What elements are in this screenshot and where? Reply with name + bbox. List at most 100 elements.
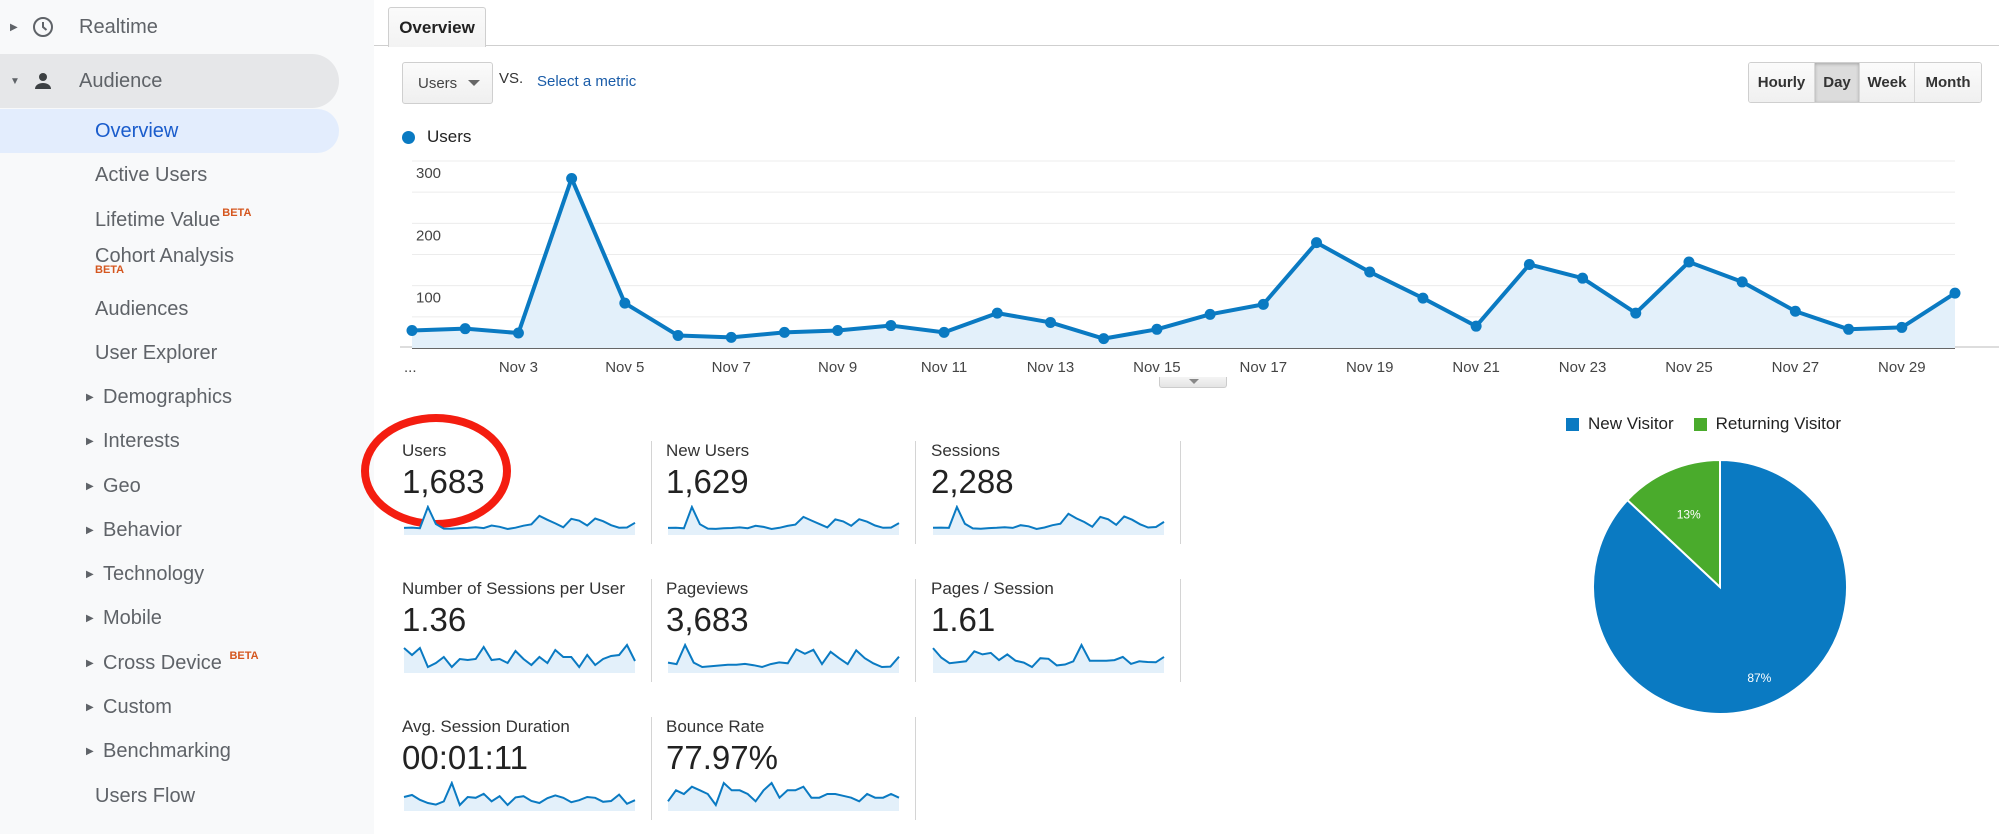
data-point[interactable] (1789, 305, 1801, 317)
granularity-month-button[interactable]: Month (1915, 63, 1981, 102)
x-tick-label: Nov 11 (921, 359, 967, 376)
granularity-hourly-button[interactable]: Hourly (1749, 63, 1815, 102)
granularity-day-button[interactable]: Day (1815, 63, 1860, 102)
metric-tile[interactable]: New Users 1,629 (666, 441, 931, 551)
granularity-week-button[interactable]: Week (1860, 63, 1915, 102)
sidebar-item-benchmarking[interactable]: ▶ Benchmarking (0, 729, 339, 773)
metric-tile[interactable]: Pageviews 3,683 (666, 579, 931, 689)
sidebar-item-demographics[interactable]: ▶ Demographics (0, 375, 339, 419)
metric-tile[interactable]: Users 1,683 (402, 441, 667, 551)
select-metric-link[interactable]: Select a metric (537, 73, 636, 90)
sidebar-item-audiences[interactable]: Audiences (0, 287, 339, 331)
data-point[interactable] (885, 320, 897, 332)
pie-slice-label: 87% (1747, 671, 1771, 685)
data-point[interactable] (938, 326, 950, 338)
data-point[interactable] (566, 172, 578, 184)
sidebar-item-custom[interactable]: ▶ Custom (0, 685, 339, 729)
sidebar-item-label-wrap: Cross Device BETA (103, 650, 259, 675)
metric-tile[interactable]: Bounce Rate 77.97% (666, 717, 931, 827)
metric-tile[interactable]: Number of Sessions per User 1.36 (402, 579, 667, 689)
sidebar-item-realtime[interactable]: ▶ Realtime (0, 0, 339, 54)
data-point[interactable] (991, 307, 1003, 319)
data-point[interactable] (1098, 333, 1110, 345)
sidebar-item-label: Audience (79, 69, 163, 92)
x-tick-label: Nov 29 (1878, 359, 1926, 376)
data-point[interactable] (1843, 323, 1855, 335)
metric-tile[interactable]: Avg. Session Duration 00:01:11 (402, 717, 667, 827)
metric-select[interactable]: Users (402, 62, 493, 104)
tab-bar: Overview (374, 0, 1999, 47)
divider (651, 579, 652, 682)
data-point[interactable] (1949, 287, 1961, 299)
data-point[interactable] (1470, 320, 1482, 332)
metric-value: 1.61 (931, 601, 996, 638)
data-point[interactable] (832, 325, 844, 337)
pie-legend-item-returning-visitor[interactable]: Returning Visitor (1693, 414, 1842, 434)
metric-sparkline (667, 781, 900, 811)
data-point[interactable] (672, 330, 684, 342)
tab-overview[interactable]: Overview (388, 7, 486, 47)
data-point[interactable] (1204, 308, 1216, 320)
sidebar-item-geo[interactable]: ▶ Geo (0, 464, 339, 508)
data-point[interactable] (778, 326, 790, 338)
data-point[interactable] (1523, 258, 1535, 270)
data-point[interactable] (1417, 292, 1429, 304)
data-point[interactable] (1257, 298, 1269, 310)
sidebar-item-cohort-analysis[interactable]: Cohort Analysis BETA (0, 234, 339, 278)
sidebar: ▶ Realtime ▼ Audience Overview Active Us… (0, 0, 374, 834)
chart-resize-handle[interactable] (1159, 377, 1227, 388)
sidebar-item-behavior[interactable]: ▶ Behavior (0, 508, 339, 552)
x-tick-label: Nov 23 (1559, 359, 1607, 376)
data-point[interactable] (1896, 321, 1908, 333)
x-tick-label: Nov 17 (1240, 359, 1288, 376)
data-point[interactable] (1044, 316, 1056, 328)
data-point[interactable] (459, 323, 471, 335)
metric-label: Sessions (931, 441, 1000, 460)
sidebar-item-users-flow[interactable]: Users Flow (0, 774, 339, 818)
legend-label: Returning Visitor (1715, 414, 1842, 433)
sparkline-area (404, 645, 635, 673)
data-point[interactable] (1683, 256, 1695, 268)
data-point[interactable] (406, 325, 418, 337)
caret-right-icon: ▶ (86, 391, 94, 403)
divider (1180, 579, 1181, 682)
metric-label: Users (402, 441, 447, 460)
data-point[interactable] (1364, 266, 1376, 278)
caret-right-icon: ▶ (86, 524, 94, 536)
data-point[interactable] (1736, 276, 1748, 288)
sidebar-item-mobile[interactable]: ▶ Mobile (0, 596, 339, 640)
metric-tile[interactable]: Sessions 2,288 (931, 441, 1196, 551)
sidebar-item-label: Lifetime Value (95, 208, 221, 231)
caret-right-icon: ▶ (86, 612, 94, 624)
sidebar-item-label: Users Flow (95, 784, 196, 807)
data-point[interactable] (1311, 237, 1323, 249)
data-point[interactable] (619, 297, 631, 309)
sidebar-item-active-users[interactable]: Active Users (0, 153, 339, 197)
granularity-toggle: Hourly Day Week Month (1748, 62, 1982, 103)
divider (1180, 441, 1181, 544)
sidebar-item-cross-device[interactable]: ▶ Cross Device BETA (0, 641, 339, 685)
sidebar-item-technology[interactable]: ▶ Technology (0, 552, 339, 596)
x-tick-label: Nov 27 (1772, 359, 1820, 376)
pie-legend-item-new-visitor[interactable]: New Visitor (1566, 414, 1674, 434)
x-tick-label: Nov 5 (605, 359, 644, 376)
metric-tile[interactable]: Pages / Session 1.61 (931, 579, 1196, 689)
sidebar-item-overview[interactable]: Overview (0, 109, 339, 153)
metric-value: 77.97% (666, 739, 778, 776)
sidebar-item-label: Overview (95, 119, 179, 142)
data-point[interactable] (512, 327, 524, 339)
data-point[interactable] (1577, 272, 1589, 284)
x-tick-label: Nov 3 (499, 359, 538, 376)
sidebar-item-label: Realtime (79, 15, 158, 38)
metric-label: Pageviews (666, 579, 749, 598)
data-point[interactable] (1630, 307, 1642, 319)
data-point[interactable] (725, 331, 737, 343)
metric-value: 1.36 (402, 601, 467, 638)
sidebar-item-interests[interactable]: ▶ Interests (0, 419, 339, 463)
data-point[interactable] (1151, 323, 1163, 335)
metric-sparkline (667, 643, 900, 673)
sidebar-item-user-explorer[interactable]: User Explorer (0, 331, 339, 375)
sidebar-item-audience[interactable]: ▼ Audience (0, 54, 339, 108)
clock-icon (30, 14, 56, 40)
y-tick-label: 200 (416, 227, 441, 244)
